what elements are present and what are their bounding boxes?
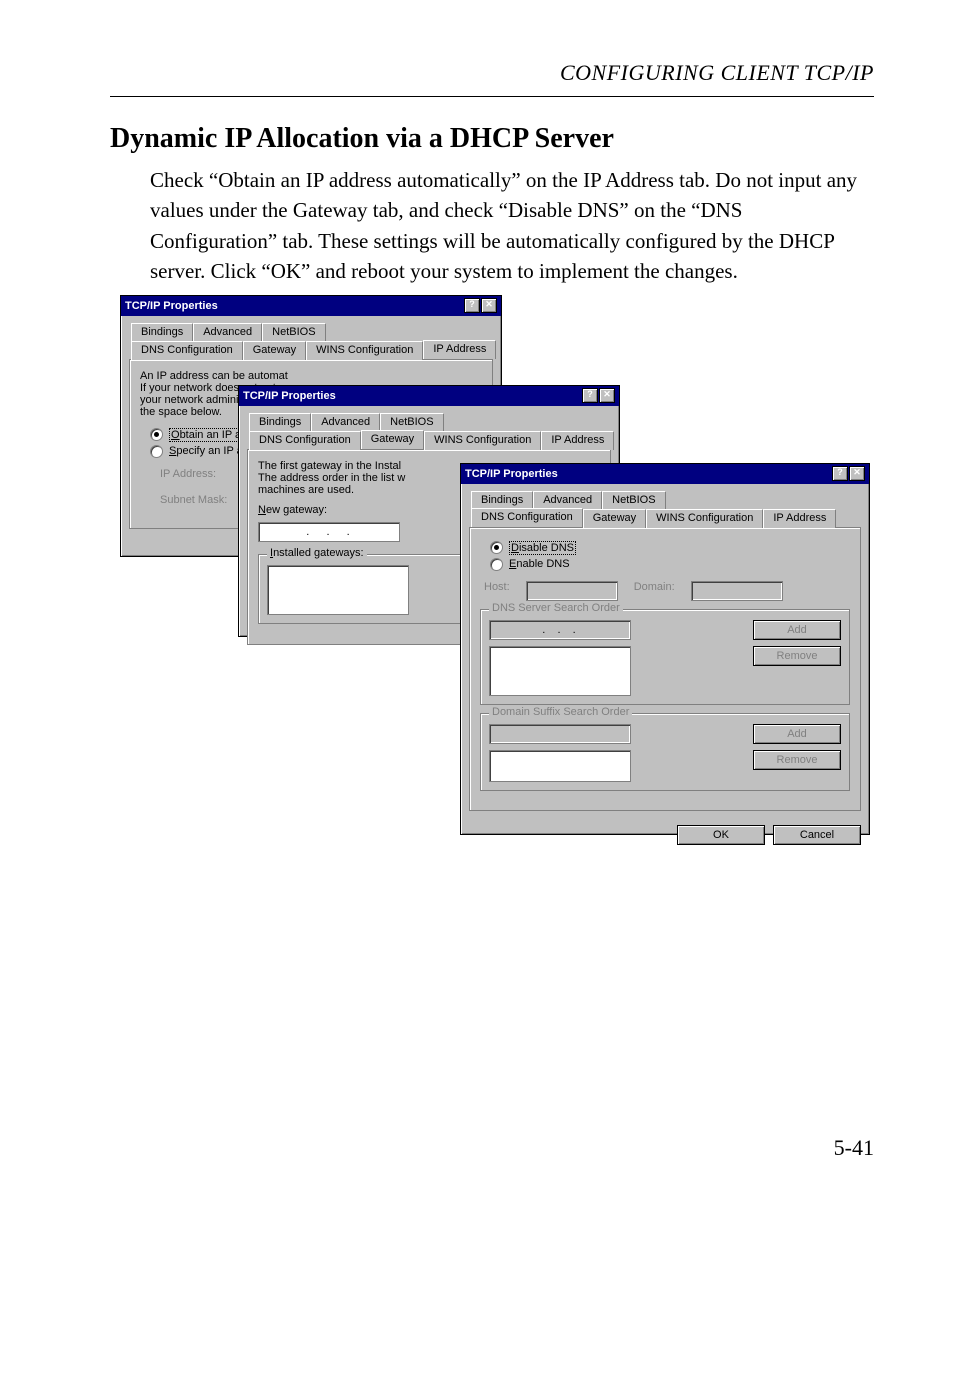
dns-list <box>489 646 631 696</box>
label-ip-address: IP Address: <box>160 468 246 480</box>
tab-dns-config[interactable]: DNS Configuration <box>471 508 583 527</box>
radio-enable-dns[interactable]: Enable DNS <box>490 558 850 571</box>
titlebar: TCP/IP Properties ? ✕ <box>121 296 501 316</box>
tab-ip-address[interactable]: IP Address <box>541 431 614 450</box>
host-field <box>526 581 618 601</box>
tab-dns-config[interactable]: DNS Configuration <box>249 431 361 450</box>
radio-dot-icon <box>490 558 503 571</box>
label-installed-gateways: Installed gateways: <box>267 547 367 559</box>
remove-button: Remove <box>753 646 841 666</box>
tab-netbios[interactable]: NetBIOS <box>602 491 665 509</box>
close-icon[interactable]: ✕ <box>849 466 865 481</box>
title-text: TCP/IP Properties <box>465 468 558 480</box>
radio-dot-icon <box>150 445 163 458</box>
group-domain-suffix: Domain Suffix Search Order <box>489 706 632 718</box>
tab-advanced[interactable]: Advanced <box>193 323 262 341</box>
radio-disable-dns[interactable]: Disable DNS <box>490 541 850 555</box>
tab-bindings[interactable]: Bindings <box>471 491 533 509</box>
installed-gateways-list[interactable] <box>267 565 409 615</box>
help-icon[interactable]: ? <box>832 466 848 481</box>
add-button: Add <box>753 620 841 640</box>
ok-button[interactable]: OK <box>677 825 765 845</box>
tab-wins-config[interactable]: WINS Configuration <box>424 431 541 450</box>
radio-dot-icon <box>490 541 503 554</box>
tab-advanced[interactable]: Advanced <box>533 491 602 509</box>
tab-gateway[interactable]: Gateway <box>583 509 646 528</box>
domain-field <box>691 581 783 601</box>
add-button: Add <box>753 724 841 744</box>
radio-label: Disable DNS <box>509 541 576 555</box>
section-title: Dynamic IP Allocation via a DHCP Server <box>110 123 874 155</box>
tab-wins-config[interactable]: WINS Configuration <box>646 509 763 528</box>
tab-ip-address[interactable]: IP Address <box>763 509 836 528</box>
title-text: TCP/IP Properties <box>243 390 336 402</box>
tabs-row-back: Bindings Advanced NetBIOS <box>129 322 493 340</box>
tab-netbios[interactable]: NetBIOS <box>380 413 443 431</box>
label-domain: Domain: <box>634 581 675 593</box>
titlebar: TCP/IP Properties ? ✕ <box>239 386 619 406</box>
tab-dns-config[interactable]: DNS Configuration <box>131 341 243 360</box>
tab-netbios[interactable]: NetBIOS <box>262 323 325 341</box>
dns-ip-field: . . . <box>489 620 631 640</box>
tab-advanced[interactable]: Advanced <box>311 413 380 431</box>
title-text: TCP/IP Properties <box>125 300 218 312</box>
dialog-dns-config: TCP/IP Properties ? ✕ Bindings Advanced … <box>460 463 870 835</box>
tabs-row-front: DNS Configuration Gateway WINS Configura… <box>129 340 493 359</box>
radio-label: Enable DNS <box>509 558 570 570</box>
help-icon[interactable]: ? <box>582 388 598 403</box>
tab-gateway[interactable]: Gateway <box>361 430 424 449</box>
tab-bindings[interactable]: Bindings <box>249 413 311 431</box>
running-header: CONFIGURING CLIENT TCP/IP <box>110 60 874 97</box>
suffix-list <box>489 750 631 782</box>
tab-ip-address[interactable]: IP Address <box>423 340 496 359</box>
tab-wins-config[interactable]: WINS Configuration <box>306 341 423 360</box>
page-number: 5-41 <box>110 1135 874 1161</box>
label-host: Host: <box>484 581 510 593</box>
tab-bindings[interactable]: Bindings <box>131 323 193 341</box>
cancel-button[interactable]: Cancel <box>773 825 861 845</box>
suffix-field <box>489 724 631 744</box>
label-subnet-mask: Subnet Mask: <box>160 494 246 506</box>
tab-gateway[interactable]: Gateway <box>243 341 306 360</box>
titlebar: TCP/IP Properties ? ✕ <box>461 464 869 484</box>
group-dns-search-order: DNS Server Search Order <box>489 602 623 614</box>
close-icon[interactable]: ✕ <box>599 388 615 403</box>
body-text: Check “Obtain an IP address automaticall… <box>150 165 874 287</box>
remove-button: Remove <box>753 750 841 770</box>
radio-dot-icon <box>150 428 163 441</box>
close-icon[interactable]: ✕ <box>481 298 497 313</box>
new-gateway-field[interactable]: . . . <box>258 522 400 542</box>
help-icon[interactable]: ? <box>464 298 480 313</box>
